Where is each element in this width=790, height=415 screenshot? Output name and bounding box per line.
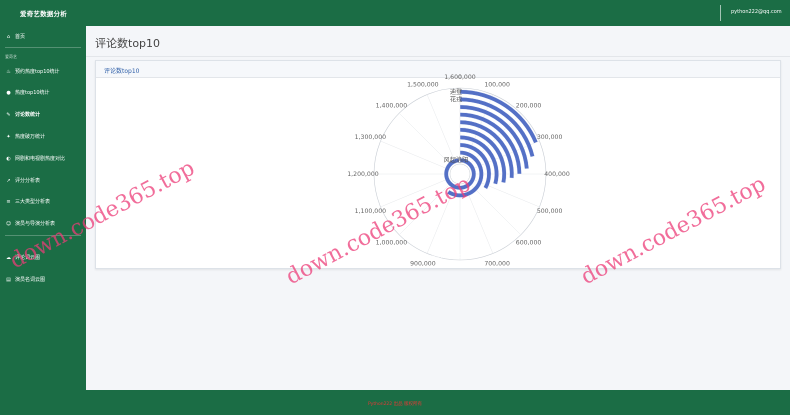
split-line <box>380 140 451 171</box>
apple-icon: ● <box>6 90 11 96</box>
sidebar-item-home[interactable]: ⌂ 首页 <box>0 29 86 45</box>
category-label: 花戎 <box>450 95 462 103</box>
angle-tick-label: 1,500,000 <box>407 81 439 88</box>
title-divider <box>86 56 790 57</box>
sidebar-item-heat-over-10k[interactable]: ✦ 热度破万统计 <box>0 129 86 145</box>
category-label: 风起洛阳 <box>444 156 469 164</box>
angle-tick-label: 500,000 <box>537 208 563 215</box>
sidebar-item-label: 热度破万统计 <box>15 134 46 140</box>
split-line <box>426 94 457 165</box>
sidebar-item-actor-wordcloud[interactable]: ▤ 演员名词云图 <box>0 272 86 288</box>
sidebar-item-three-types[interactable]: ≡ 三大类型分析表 <box>0 194 86 210</box>
chart-icon: ↗ <box>6 178 11 184</box>
footer: Python222 出品 版权所有 <box>0 390 790 415</box>
bolt-icon: ✦ <box>6 134 11 140</box>
angle-tick-label: 900,000 <box>410 261 436 268</box>
angle-tick-label: 600,000 <box>516 240 542 247</box>
sidebar-item-label: 讨论数统计 <box>15 112 41 118</box>
sidebar-item-label: 热度top10统计 <box>15 90 50 96</box>
angle-tick-label: 300,000 <box>537 134 563 141</box>
top-navbar: 爱奇艺数据分析 python222@qq.com <box>0 0 790 26</box>
sidebar-group-label: 爱奇艺 <box>5 54 17 59</box>
sidebar-item-label: 评分分析表 <box>15 178 41 184</box>
sidebar-item-label: 演员名词云图 <box>15 277 46 283</box>
angle-tick-label: 700,000 <box>484 261 510 268</box>
home-icon: ⌂ <box>6 34 11 40</box>
sidebar-item-reservation-top10[interactable]: ♨ 预约热度top10统计 <box>0 64 86 80</box>
sidebar-divider <box>5 47 81 48</box>
page-title: 评论数top10 <box>95 37 161 50</box>
navbar-divider <box>720 5 721 21</box>
angle-tick-label: 1,400,000 <box>376 102 408 109</box>
angle-tick-label: 1,600,000 <box>444 74 476 81</box>
angle-tick-label: 200,000 <box>516 102 542 109</box>
sidebar-item-label: 网剧和电视剧热度对比 <box>15 156 66 162</box>
sidebar-item-label: 三大类型分析表 <box>15 199 51 205</box>
footer-text: Python222 出品 版权所有 <box>367 402 423 407</box>
sidebar-item-rating-analysis[interactable]: ↗ 评分分析表 <box>0 173 86 189</box>
sidebar-item-webdrama-vs-tv[interactable]: ◐ 网剧和电视剧热度对比 <box>0 151 86 167</box>
sidebar-item-label: 预约热度top10统计 <box>15 69 60 75</box>
sidebar-item-heat-top10[interactable]: ● 热度top10统计 <box>0 85 86 101</box>
sidebar-item-comment-stats[interactable]: ✎ 讨论数统计 <box>0 107 86 123</box>
angle-tick-label: 1,200,000 <box>347 171 379 178</box>
clipboard-icon: ▤ <box>6 277 11 283</box>
angle-tick-label: 1,300,000 <box>355 134 387 141</box>
brand-title[interactable]: 爱奇艺数据分析 <box>20 8 67 18</box>
contrast-icon: ◐ <box>6 156 11 162</box>
layers-icon: ≡ <box>6 199 11 205</box>
fire-icon: ♨ <box>6 69 11 75</box>
comment-icon: ✎ <box>6 112 11 118</box>
sidebar-item-label: 首页 <box>15 34 26 40</box>
angle-tick-label: 400,000 <box>544 171 570 178</box>
user-email[interactable]: python222@qq.com <box>731 9 782 15</box>
users-icon: ☺ <box>5 221 12 227</box>
sidebar: ⌂ 首页 爱奇艺 ♨ 预约热度top10统计 ● 热度top10统计 ✎ 讨论数统计 ✦… <box>0 26 86 390</box>
angle-tick-label: 100,000 <box>484 81 510 88</box>
sidebar-item-label: 演员与导演分析表 <box>15 221 56 227</box>
data-label: 迪登: 1580000 <box>431 253 465 260</box>
category-label: 迪登 <box>450 88 463 96</box>
